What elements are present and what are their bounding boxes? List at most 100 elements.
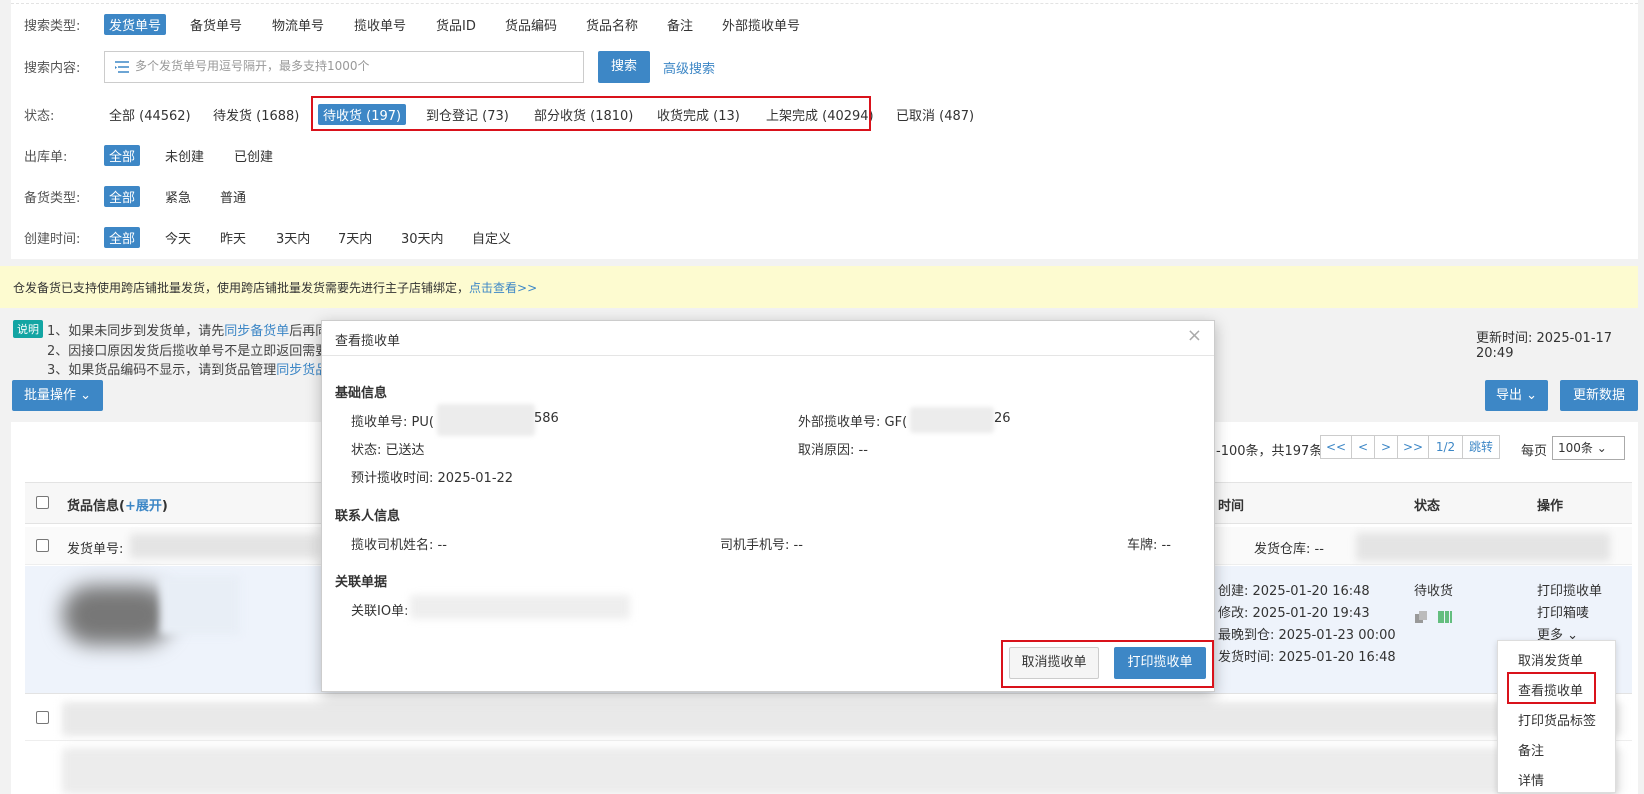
- ship-time: 发货时间: 2025-01-20 16:48: [1218, 650, 1396, 665]
- row-checkbox[interactable]: [36, 711, 49, 724]
- search-type-logistics-no[interactable]: 物流单号: [272, 15, 324, 34]
- external-pickup-no-tail: 26: [994, 411, 1011, 426]
- created-time-30days[interactable]: 30天内: [401, 228, 444, 247]
- outbound-all[interactable]: 全部: [104, 145, 141, 166]
- search-type-remark[interactable]: 备注: [667, 15, 693, 34]
- search-type-stock-no[interactable]: 备货单号: [190, 15, 242, 34]
- search-type-external-pickup-no[interactable]: 外部揽收单号: [722, 15, 800, 34]
- status-all[interactable]: 全部 (44562): [109, 105, 191, 124]
- pager-prev[interactable]: <: [1351, 435, 1375, 459]
- batch-operation-label: 批量操作: [23, 388, 76, 403]
- search-type-pickup-no[interactable]: 揽收单号: [354, 15, 406, 34]
- cancel-pickup-button[interactable]: 取消揽收单: [1009, 647, 1099, 679]
- row-checkbox[interactable]: [36, 539, 49, 552]
- print-pickup-link[interactable]: 打印揽收单: [1537, 580, 1602, 599]
- created-time-3days[interactable]: 3天内: [276, 228, 310, 247]
- status-pending-ship[interactable]: 待发货 (1688): [213, 105, 299, 124]
- explain-line-3: 3、如果货品编码不显示，请到货品管理同步货品: [47, 359, 328, 378]
- menu-item-details[interactable]: 详情: [1518, 770, 1544, 789]
- copy-icon[interactable]: [1414, 610, 1428, 624]
- stock-type-normal[interactable]: 普通: [220, 187, 246, 206]
- created-time-label: 创建时间:: [24, 232, 81, 247]
- search-type-shipment-no[interactable]: 发货单号: [104, 14, 167, 35]
- outbound-label: 出库单:: [24, 150, 68, 165]
- actions-header: 操作: [1537, 499, 1564, 514]
- pager-next[interactable]: >: [1374, 435, 1398, 459]
- chevron-down-icon: ⌄: [1526, 388, 1538, 403]
- external-pickup-no-label: 外部揽收单号: GF(: [798, 415, 908, 430]
- expand-link[interactable]: +展开: [125, 499, 162, 514]
- menu-item-remark[interactable]: 备注: [1518, 740, 1544, 759]
- related-docs-section: 关联单据: [335, 575, 388, 590]
- blurred-product-info: [160, 575, 240, 635]
- explain-line-1: 1、如果未同步到发货单，请先同步备货单后再同: [47, 320, 328, 339]
- search-type-goods-id[interactable]: 货品ID: [436, 15, 476, 34]
- blurred-warehouse: [1356, 533, 1610, 561]
- row-status: 待收货: [1414, 584, 1454, 599]
- search-type-goods-code[interactable]: 货品编码: [505, 15, 557, 34]
- time-header: 时间: [1218, 499, 1245, 514]
- notice-bar: 仓发备货已支持使用跨店铺批量发货，使用跨店铺批量发货需要先进行主子店铺绑定，点击…: [0, 266, 1638, 308]
- blurred-shipment-no: [130, 534, 320, 558]
- created-time-7days[interactable]: 7天内: [338, 228, 372, 247]
- status-highlight-box: [311, 96, 871, 131]
- explain-line-3-text: 3、如果货品编码不显示，请到货品管理: [47, 363, 277, 378]
- per-page-select[interactable]: 100条 ⌄: [1552, 436, 1625, 460]
- refresh-data-button[interactable]: 更新数据: [1560, 380, 1638, 411]
- pager-page[interactable]: 1/2: [1428, 435, 1463, 459]
- list-filter-icon: [114, 59, 130, 75]
- stock-type-urgent[interactable]: 紧急: [165, 187, 191, 206]
- divider: [11, 3, 1638, 4]
- sync-stock-link[interactable]: 同步备货单: [224, 324, 289, 339]
- created-time-today[interactable]: 今天: [165, 228, 191, 247]
- explain-line-2: 2、因接口原因发货后揽收单号不是立即返回需要: [47, 344, 329, 359]
- advanced-search-link[interactable]: 高级搜索: [663, 58, 715, 77]
- explain-tag: 说明: [13, 320, 43, 338]
- outbound-not-created[interactable]: 未创建: [165, 146, 204, 165]
- blurred-external-no: [910, 407, 994, 433]
- created-time-all[interactable]: 全部: [104, 227, 141, 248]
- notice-message: 仓发备货已支持使用跨店铺批量发货，使用跨店铺批量发货需要先进行主子店铺绑定，: [13, 281, 470, 295]
- latest-arrival-time: 最晚到仓: 2025-01-23 00:00: [1218, 628, 1396, 643]
- print-pickup-button[interactable]: 打印揽收单: [1114, 647, 1206, 679]
- chevron-down-icon: ⌄: [80, 388, 92, 403]
- contact-info-section: 联系人信息: [335, 509, 401, 524]
- more-actions-menu: 取消发货单 查看揽收单 打印货品标签 备注 详情: [1497, 640, 1616, 793]
- search-input-box[interactable]: [104, 51, 584, 83]
- goods-info-header-close: ): [161, 499, 168, 514]
- menu-item-print-goods-label[interactable]: 打印货品标签: [1518, 710, 1596, 729]
- export-button[interactable]: 导出 ⌄: [1485, 380, 1548, 411]
- status-cancelled[interactable]: 已取消 (487): [896, 105, 974, 124]
- pager-last[interactable]: >>: [1397, 435, 1429, 459]
- notice-link[interactable]: 点击查看>>: [469, 281, 537, 295]
- stock-type-label: 备货类型:: [24, 191, 81, 206]
- search-button[interactable]: 搜索: [598, 51, 650, 83]
- stock-type-all[interactable]: 全部: [104, 186, 141, 207]
- related-io-label: 关联IO单:: [351, 604, 409, 619]
- pickup-no-label: 揽收单号: PU(: [351, 415, 434, 430]
- created-time-custom[interactable]: 自定义: [472, 228, 511, 247]
- update-time: 更新时间: 2025-01-17 20:49: [1476, 331, 1613, 361]
- pager-jump[interactable]: 跳转: [1462, 435, 1500, 459]
- per-page-value: 100条: [1558, 441, 1593, 455]
- search-input[interactable]: [135, 52, 575, 80]
- pager-range: -100条，共197条: [1216, 444, 1323, 459]
- search-type-goods-name[interactable]: 货品名称: [586, 15, 638, 34]
- print-box-label-link[interactable]: 打印箱唛: [1537, 602, 1589, 621]
- driver-name: 揽收司机姓名: --: [351, 538, 447, 553]
- close-icon[interactable]: ×: [1187, 325, 1202, 346]
- select-all-checkbox[interactable]: [36, 496, 49, 509]
- menu-item-cancel-shipment[interactable]: 取消发货单: [1518, 650, 1583, 669]
- per-page-label: 每页: [1521, 444, 1548, 459]
- outbound-created[interactable]: 已创建: [234, 146, 273, 165]
- pager-first[interactable]: <<: [1320, 435, 1352, 459]
- modified-time: 修改: 2025-01-20 19:43: [1218, 606, 1370, 621]
- chevron-down-icon: ⌄: [1596, 441, 1607, 455]
- batch-operation-button[interactable]: 批量操作 ⌄: [12, 380, 103, 411]
- pickup-status: 状态: 已送达: [351, 443, 425, 458]
- status-label: 状态:: [24, 109, 55, 124]
- created-time-yesterday[interactable]: 昨天: [220, 228, 246, 247]
- status-header: 状态: [1414, 499, 1441, 514]
- barcode-icon[interactable]: [1438, 610, 1452, 624]
- shipment-no-label: 发货单号:: [67, 542, 124, 557]
